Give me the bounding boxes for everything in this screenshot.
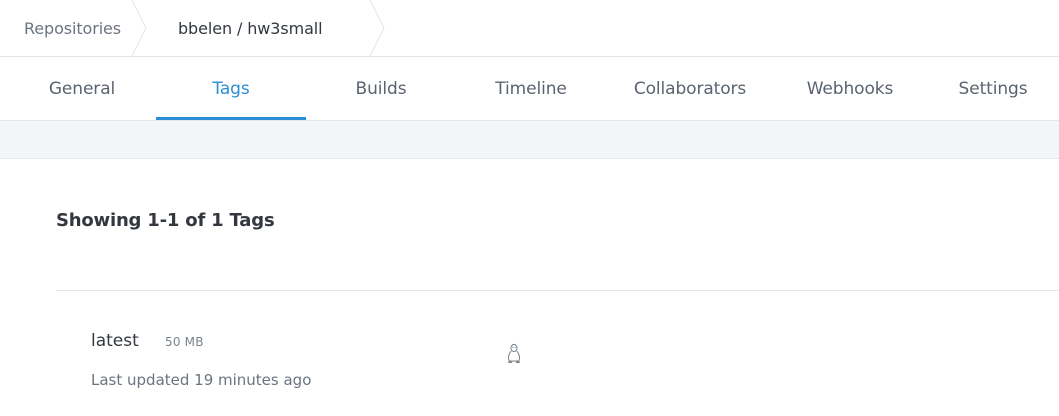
toolbar-band — [0, 121, 1059, 159]
tab-collaborators[interactable]: Collaborators — [610, 57, 770, 120]
breadcrumb-label: Repositories — [24, 18, 122, 38]
tag-size: 50 MB — [165, 335, 204, 349]
tab-settings[interactable]: Settings — [930, 57, 1056, 120]
tab-tags[interactable]: Tags — [156, 57, 306, 120]
breadcrumb-item-repository[interactable]: bbelen / hw3small — [150, 0, 388, 56]
tab-general[interactable]: General — [8, 57, 156, 120]
tags-count-heading: Showing 1-1 of 1 Tags — [56, 210, 275, 231]
tab-timeline[interactable]: Timeline — [456, 57, 606, 120]
breadcrumb-chevron-icon — [131, 0, 147, 56]
tag-name[interactable]: latest — [91, 331, 139, 351]
repo-tabs: General Tags Builds Timeline Collaborato… — [0, 57, 1059, 121]
linux-icon — [508, 343, 520, 363]
breadcrumb-chevron-icon — [369, 0, 385, 56]
breadcrumb-item-repositories[interactable]: Repositories — [0, 0, 150, 56]
table-row[interactable]: latest 50 MB Last updated 19 minutes ago — [56, 291, 1059, 416]
tag-last-updated: Last updated 19 minutes ago — [91, 371, 312, 389]
breadcrumb: Repositories bbelen / hw3small — [0, 0, 1059, 56]
breadcrumb-label: bbelen / hw3small — [178, 18, 323, 38]
tab-webhooks[interactable]: Webhooks — [775, 57, 925, 120]
tab-builds[interactable]: Builds — [306, 57, 456, 120]
